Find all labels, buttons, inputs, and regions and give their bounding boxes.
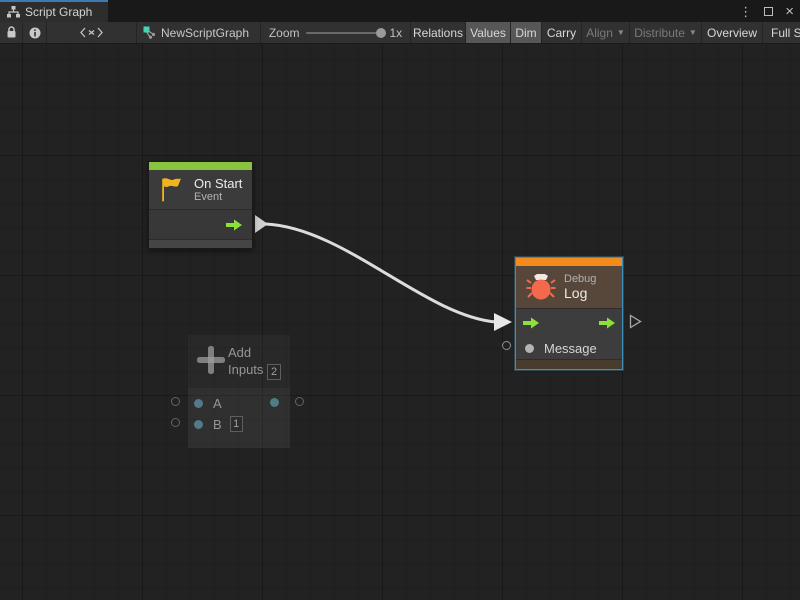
- connection-wire[interactable]: [266, 224, 496, 322]
- flag-icon: [159, 177, 186, 203]
- zoom-slider-knob[interactable]: [376, 28, 386, 38]
- flow-input-port[interactable]: [522, 316, 540, 330]
- graph-asset-name: NewScriptGraph: [161, 26, 249, 40]
- plus-icon: [194, 343, 228, 377]
- graph-hierarchy-icon: [7, 6, 20, 18]
- message-port-row: Message: [516, 337, 622, 360]
- info-button[interactable]: [23, 22, 47, 43]
- node-footer: [516, 359, 622, 369]
- debug-accent-strip: [516, 258, 622, 266]
- input-count-field[interactable]: 2: [267, 364, 281, 380]
- inputs-label: Inputs: [228, 362, 263, 377]
- bug-icon: [526, 273, 556, 301]
- add-label: Add: [228, 345, 251, 360]
- tab-script-graph[interactable]: Script Graph: [0, 0, 108, 22]
- values-button[interactable]: Values: [466, 22, 511, 43]
- zoom-value: 1x: [390, 26, 403, 40]
- flow-port-row: [516, 309, 622, 337]
- align-dropdown[interactable]: Align ▼: [582, 22, 630, 43]
- graph-canvas[interactable]: On Start Event Log: [0, 44, 800, 600]
- code-preview-button[interactable]: [47, 22, 137, 43]
- debug-log-header: Log Debug: [516, 266, 622, 308]
- close-icon[interactable]: ×: [785, 4, 794, 19]
- port-b-label: B: [213, 417, 222, 432]
- tab-bar: Script Graph ⋮ ×: [0, 0, 800, 22]
- flow-output-port[interactable]: [225, 218, 243, 232]
- add-inputs-header: Add Inputs 2: [188, 335, 290, 388]
- node-on-start[interactable]: On Start Event: [148, 161, 253, 249]
- info-icon: [29, 27, 41, 39]
- graph-asset-breadcrumb[interactable]: NewScriptGraph: [137, 22, 261, 43]
- lock-icon: [6, 26, 17, 39]
- dim-button[interactable]: Dim: [511, 22, 542, 43]
- carry-button[interactable]: Carry: [542, 22, 582, 43]
- relations-button[interactable]: Relations: [411, 22, 466, 43]
- script-graph-window: Script Graph ⋮ ×: [0, 0, 800, 600]
- node-title: On Start: [194, 176, 242, 191]
- port-b-value-field[interactable]: 1: [230, 416, 243, 432]
- zoom-control: Zoom 1x: [261, 22, 411, 43]
- value-port-a[interactable]: [194, 399, 203, 408]
- node-title: Log: [564, 286, 596, 301]
- value-port-result[interactable]: [270, 398, 279, 407]
- node-footer: [149, 239, 252, 248]
- message-value-port[interactable]: [525, 344, 534, 353]
- message-port-label: Message: [544, 341, 597, 356]
- wire-end-arrowhead: [494, 313, 512, 331]
- maximize-icon[interactable]: [764, 7, 773, 16]
- wire-source-connector[interactable]: [255, 215, 268, 233]
- unconnected-value-port-indicator: [171, 418, 180, 427]
- graph-toolbar: NewScriptGraph Zoom 1x Relations Values …: [0, 22, 800, 44]
- port-row-b: B 1: [188, 414, 290, 434]
- zoom-slider[interactable]: [306, 32, 384, 34]
- event-accent-strip: [149, 162, 252, 170]
- unconnected-value-port-indicator: [171, 397, 180, 406]
- debug-log-ports: Message: [516, 308, 622, 359]
- unconnected-flow-port-indicator: [629, 314, 642, 329]
- tab-title: Script Graph: [25, 5, 92, 19]
- window-menu-icon[interactable]: ⋮: [739, 5, 752, 18]
- chevron-down-icon: ▼: [689, 28, 697, 37]
- overview-button[interactable]: Overview: [702, 22, 763, 43]
- wire-layer: [0, 44, 800, 600]
- value-port-b[interactable]: [194, 420, 203, 429]
- on-start-ports: [149, 209, 252, 239]
- chevron-down-icon: ▼: [617, 28, 625, 37]
- window-controls: ⋮ ×: [739, 0, 794, 22]
- unconnected-value-port-indicator: [295, 397, 304, 406]
- node-subtitle: Event: [194, 191, 242, 204]
- node-debug-log[interactable]: Log Debug Message: [515, 257, 623, 370]
- lock-button[interactable]: [0, 22, 23, 43]
- unconnected-value-port-indicator: [502, 341, 511, 350]
- add-inputs-ports: A B 1: [188, 388, 290, 448]
- node-add-inputs-ghost: Add Inputs 2 A B 1: [188, 335, 290, 448]
- on-start-header: On Start Event: [149, 170, 252, 209]
- graph-asset-icon: [143, 26, 156, 39]
- port-a-label: A: [213, 396, 222, 411]
- flow-output-port[interactable]: [598, 316, 616, 330]
- distribute-dropdown[interactable]: Distribute ▼: [630, 22, 702, 43]
- fullscreen-button[interactable]: Full S: [763, 22, 800, 43]
- code-icon: [80, 27, 103, 38]
- zoom-label: Zoom: [269, 26, 300, 40]
